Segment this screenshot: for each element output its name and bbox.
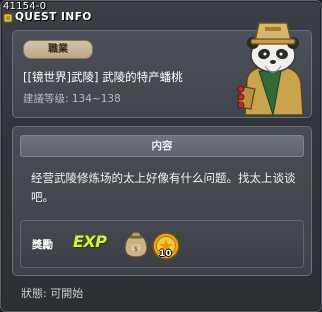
- quest-content-panel: 内容 经营武陵修炼场的太上好像有什么问题。找太上谈谈吧。 獎勵 EXP $ 10: [12, 126, 312, 276]
- exp-reward-icon[interactable]: EXP: [73, 232, 107, 251]
- reward-box: 獎勵 EXP $ 10: [20, 220, 304, 268]
- quest-icon: [3, 13, 13, 23]
- quest-summary-panel: 職業 [[镜世界]武陵] 武陵的特产蟠桃 建議等级: 134~138: [12, 22, 312, 118]
- svg-text:$: $: [134, 245, 138, 253]
- quest-status: 狀態: 可開始: [21, 287, 84, 300]
- quest-name: [[镜世界]武陵] 武陵的特产蟠桃: [23, 70, 183, 84]
- content-description: 经营武陵修炼场的太上好像有什么问题。找太上谈谈吧。: [31, 171, 296, 204]
- npc-panda-portrait: [237, 22, 304, 116]
- coin-reward[interactable]: 10: [149, 229, 183, 263]
- reward-label: 獎勵: [32, 239, 53, 251]
- money-bag-icon[interactable]: $: [121, 227, 151, 259]
- recommended-level: 建議等级: 134~138: [23, 93, 121, 105]
- window-title: QUEST INFO: [15, 11, 92, 23]
- category-badge: 職業: [23, 40, 93, 59]
- content-header: 内容: [20, 135, 304, 157]
- quest-info-window: 41154-0 QUEST INFO 職業 [[镜世界]武陵] 武陵的特产蟠桃 …: [0, 0, 322, 312]
- coin-quantity: 10: [159, 249, 172, 259]
